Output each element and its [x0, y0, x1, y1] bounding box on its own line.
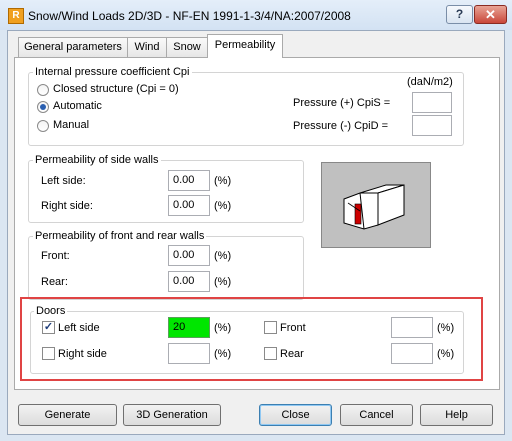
right-side-door-checkbox[interactable]: [42, 347, 55, 360]
right-side-unit: (%): [214, 200, 232, 212]
help-button[interactable]: Help: [420, 404, 493, 426]
tab-general-parameters[interactable]: General parameters: [18, 37, 128, 57]
internal-pressure-title: Internal pressure coefficient Cpi: [33, 66, 192, 78]
rear-door-unit: (%): [437, 348, 455, 360]
pressure-unit: (daN/m2): [407, 76, 453, 88]
right-side-door-unit: (%): [214, 348, 232, 360]
left-side-door-input[interactable]: 20: [168, 317, 210, 338]
tab-permeability[interactable]: Permeability: [207, 34, 283, 58]
right-side-door-input[interactable]: [168, 343, 210, 364]
rear-input[interactable]: 0.00: [168, 271, 210, 292]
automatic-label: Automatic: [53, 100, 102, 112]
generate-button[interactable]: Generate: [18, 404, 117, 426]
front-label: Front:: [41, 250, 70, 262]
left-side-input[interactable]: 0.00: [168, 170, 210, 191]
rear-door-input[interactable]: [391, 343, 433, 364]
pressure-plus-input[interactable]: [412, 92, 452, 113]
front-door-checkbox[interactable]: [264, 321, 277, 334]
front-input[interactable]: 0.00: [168, 245, 210, 266]
left-side-door-checkbox[interactable]: ✓: [42, 321, 55, 334]
help-title-button[interactable]: ?: [446, 5, 473, 24]
front-door-label: Front: [280, 322, 306, 334]
left-side-door-unit: (%): [214, 322, 232, 334]
left-side-label: Left side:: [41, 175, 86, 187]
closed-structure-radio[interactable]: [37, 84, 49, 96]
close-button[interactable]: Close: [259, 404, 332, 426]
manual-label: Manual: [53, 119, 90, 131]
tab-snow[interactable]: Snow: [166, 37, 208, 57]
rear-door-label: Rear: [280, 348, 304, 360]
manual-radio[interactable]: [37, 120, 49, 132]
automatic-radio[interactable]: [37, 101, 49, 113]
front-unit: (%): [214, 250, 232, 262]
front-rear-walls-title: Permeability of front and rear walls: [33, 230, 207, 242]
pressure-plus-label: Pressure (+) CpiS =: [293, 97, 391, 109]
front-door-input[interactable]: [391, 317, 433, 338]
rear-door-checkbox[interactable]: [264, 347, 277, 360]
tab-wind[interactable]: Wind: [127, 37, 167, 57]
front-rear-walls-group: [28, 236, 304, 300]
front-door-unit: (%): [437, 322, 455, 334]
right-side-input[interactable]: 0.00: [168, 195, 210, 216]
rear-unit: (%): [214, 276, 232, 288]
side-walls-group: [28, 160, 304, 223]
pressure-minus-input[interactable]: [412, 115, 452, 136]
left-side-door-label: Left side: [58, 322, 100, 334]
right-side-door-label: Right side: [58, 348, 107, 360]
app-icon: R: [8, 8, 24, 24]
3d-generation-button[interactable]: 3D Generation: [123, 404, 221, 426]
side-walls-title: Permeability of side walls: [33, 154, 161, 166]
close-window-button[interactable]: ✕: [474, 5, 507, 24]
closed-structure-label: Closed structure (Cpi = 0): [53, 83, 179, 95]
building-image: [321, 162, 431, 248]
right-side-label: Right side:: [41, 200, 93, 212]
cancel-button[interactable]: Cancel: [340, 404, 413, 426]
rear-label: Rear:: [41, 276, 68, 288]
window-title: Snow/Wind Loads 2D/3D - NF-EN 1991-1-3/4…: [28, 9, 351, 23]
doors-title: Doors: [34, 305, 68, 317]
pressure-minus-label: Pressure (-) CpiD =: [293, 120, 389, 132]
left-side-unit: (%): [214, 175, 232, 187]
